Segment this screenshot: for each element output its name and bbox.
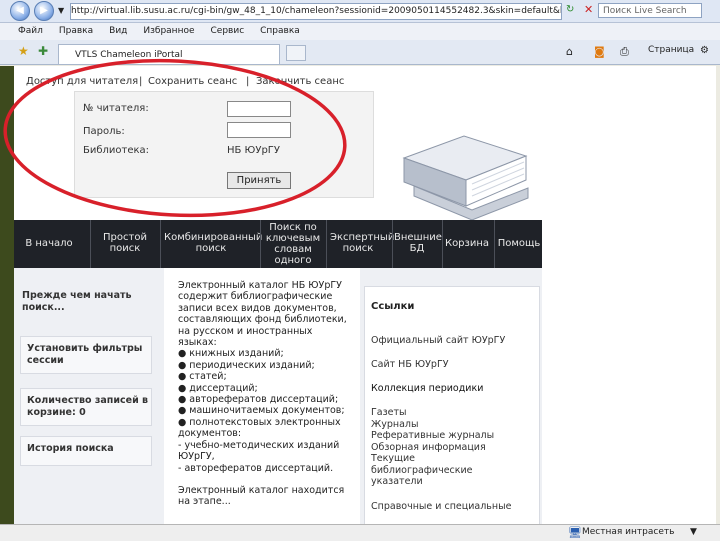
reference-link[interactable]: Справочные и специальные xyxy=(371,501,511,512)
password-label: Пароль: xyxy=(83,126,125,137)
address-bar-row: ◀ ▶ ▼ http://virtual.lib.susu.ac.ru/cgi-… xyxy=(0,0,720,23)
home-icon[interactable]: ⌂ xyxy=(566,45,573,58)
password-input[interactable] xyxy=(227,122,291,138)
tab-active[interactable]: VTLS Chameleon iPortal xyxy=(58,44,280,64)
desc-line: Электронный каталог НБ ЮУрГУ xyxy=(178,280,342,291)
zone-label: Местная интрасеть xyxy=(582,527,675,537)
desc-line: на русском и иностранных xyxy=(178,325,313,337)
link-separator: | xyxy=(246,76,250,87)
page-menu[interactable]: Страница xyxy=(648,45,694,55)
menu-edit[interactable]: Правка xyxy=(59,23,93,40)
end-session-link[interactable]: Закончить сеанс xyxy=(256,76,344,87)
back-button[interactable]: ◀ xyxy=(10,1,30,21)
desc-line: на этапе... xyxy=(178,496,231,508)
nav-cart[interactable]: Корзина xyxy=(444,238,490,249)
journals-link[interactable]: Журналы xyxy=(371,419,494,431)
main-nav: В начало Простой поиск Комбинированный п… xyxy=(14,220,542,277)
new-tab-icon[interactable] xyxy=(286,45,306,61)
submit-button[interactable]: Принять xyxy=(227,172,291,189)
left-sidebar: Прежде чем начать поиск... Установить фи… xyxy=(14,268,164,524)
search-history-box[interactable]: История поиска xyxy=(20,436,152,466)
menu-view[interactable]: Вид xyxy=(109,23,127,40)
library-value: НБ ЮУрГУ xyxy=(227,145,280,156)
menu-help[interactable]: Справка xyxy=(260,23,300,40)
links-panel: Ссылки Официальный сайт ЮУрГУ Сайт НБ ЮУ… xyxy=(364,286,540,524)
desc-line: языках: xyxy=(178,337,217,349)
menu-bar: Файл Правка Вид Избранное Сервис Справка xyxy=(0,23,720,40)
nav-help[interactable]: Помощь xyxy=(496,238,542,249)
url-field[interactable]: http://virtual.lib.susu.ac.ru/cgi-bin/gw… xyxy=(70,3,562,20)
reader-number-label: № читателя: xyxy=(83,103,149,114)
current-bib-link[interactable]: Текущие xyxy=(371,453,494,465)
add-favorite-icon[interactable]: ✚ xyxy=(38,44,48,58)
catalog-description: Электронный каталог НБ ЮУрГУ содержит би… xyxy=(178,280,358,508)
refresh-icon[interactable]: ↻ xyxy=(566,4,574,15)
menu-tools[interactable]: Сервис xyxy=(211,23,245,40)
favorites-star-icon[interactable]: ★ xyxy=(18,44,29,58)
feeds-icon[interactable]: ◙ xyxy=(594,45,605,58)
desc-line: ● диссертаций; xyxy=(178,382,258,394)
links-heading: Ссылки xyxy=(371,301,415,312)
abstract-journals-link[interactable]: Реферативные журналы xyxy=(371,430,494,442)
tools-icon[interactable]: ⚙ xyxy=(700,45,709,56)
print-icon[interactable]: ⎙ xyxy=(620,45,629,59)
desc-line: ● книжных изданий; xyxy=(178,348,284,360)
status-bar: 🖥 Местная интрасеть ▼ xyxy=(0,524,720,541)
desc-line: записи всех видов документов, xyxy=(178,302,337,314)
periodicals-links: Газеты Журналы Реферативные журналы Обзо… xyxy=(371,407,494,488)
periodicals-collection: Коллекция периодики xyxy=(371,383,484,394)
menu-favorites[interactable]: Избранное xyxy=(143,23,194,40)
web-page: Доступ для читателя | Сохранить сеанс | … xyxy=(14,66,716,524)
stop-icon[interactable]: ✕ xyxy=(584,3,593,16)
current-bib-link-3[interactable]: указатели xyxy=(371,476,494,488)
set-filters-box[interactable]: Установить фильтры сессии xyxy=(20,336,152,374)
desc-line: - учебно-методических изданий xyxy=(178,439,340,451)
nav-external-db[interactable]: Внешние БД xyxy=(394,232,442,254)
desc-line: ● авторефератов диссертаций; xyxy=(178,394,339,406)
library-site-link[interactable]: Сайт НБ ЮУрГУ xyxy=(371,359,449,370)
slide-left-strip xyxy=(0,66,14,524)
link-separator: | xyxy=(139,76,143,87)
search-input[interactable]: Поиск Live Search xyxy=(598,3,702,18)
history-dropdown-icon[interactable]: ▼ xyxy=(58,6,64,15)
zoom-dropdown[interactable]: ▼ xyxy=(690,527,697,537)
nav-combined-search[interactable]: Комбинированный поиск xyxy=(164,232,262,254)
intro-heading: Прежде чем начать поиск... xyxy=(22,290,132,313)
reader-access-link[interactable]: Доступ для читателя xyxy=(26,76,138,87)
menu-file[interactable]: Файл xyxy=(18,23,43,40)
library-label: Библиотека: xyxy=(83,145,150,156)
nav-home[interactable]: В начало xyxy=(14,238,84,249)
desc-line: документов: xyxy=(178,428,242,440)
login-form: № читателя: Пароль: Библиотека: НБ ЮУрГУ… xyxy=(74,91,374,198)
desc-line: ● полнотекстовых электронных xyxy=(178,416,341,428)
desc-line: - авторефератов диссертаций. xyxy=(178,462,334,474)
desc-line: ЮУрГУ, xyxy=(178,451,215,463)
zone-icon: 🖥 xyxy=(568,526,582,539)
official-site-link[interactable]: Официальный сайт ЮУрГУ xyxy=(371,335,505,346)
nav-simple-search[interactable]: Простой поиск xyxy=(96,232,154,254)
books-illustration xyxy=(402,135,529,221)
desc-line: ● статей; xyxy=(178,371,227,383)
review-info-link[interactable]: Обзорная информация xyxy=(371,442,494,454)
forward-button[interactable]: ▶ xyxy=(34,1,54,21)
save-session-link[interactable]: Сохранить сеанс xyxy=(148,76,237,87)
desc-line: ● периодических изданий; xyxy=(178,359,315,371)
reader-number-input[interactable] xyxy=(227,101,291,117)
nav-expert-search[interactable]: Экспертный поиск xyxy=(330,232,394,254)
current-bib-link-2[interactable]: библиографические xyxy=(371,465,494,477)
desc-line: Электронный каталог находится xyxy=(178,484,345,496)
desc-line: составляющих фонд библиотеки, xyxy=(178,314,347,326)
desc-line xyxy=(178,474,358,485)
cart-count-box[interactable]: Количество записей в корзине: 0 xyxy=(20,388,152,426)
desc-line: содержит библиографические xyxy=(178,291,333,303)
desc-line: ● машиночитаемых документов; xyxy=(178,405,345,417)
newspapers-link[interactable]: Газеты xyxy=(371,407,494,419)
